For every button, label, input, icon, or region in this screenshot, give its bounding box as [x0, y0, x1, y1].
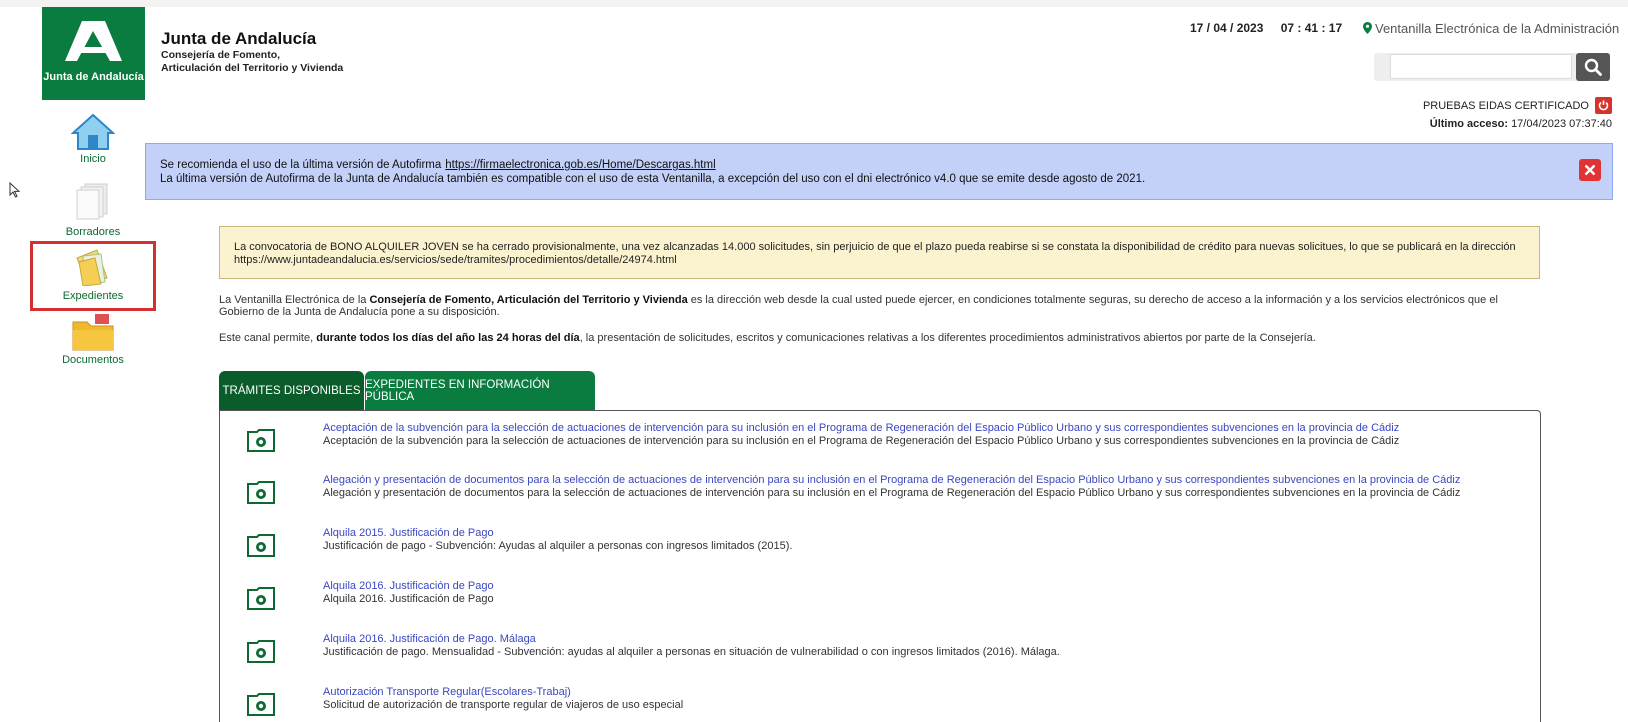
banner-text-1: Se recomienda el uso de la última versió…: [160, 159, 442, 171]
org-subtitle-2: Articulación del Territorio y Vivienda: [161, 62, 344, 74]
list-item[interactable]: Alquila 2016. Justificación de Pago. Mál…: [220, 633, 1540, 673]
drafts-icon: [76, 183, 108, 220]
home-icon: [71, 113, 115, 150]
list-item[interactable]: Alquila 2016. Justificación de Pago Alqu…: [220, 580, 1540, 620]
nav-documentos-label: Documentos: [62, 354, 124, 366]
procedure-title[interactable]: Alquila 2016. Justificación de Pago. Mál…: [323, 633, 536, 645]
nav-documentos[interactable]: Documentos: [38, 314, 148, 366]
mouse-cursor-icon: [9, 182, 21, 198]
procedure-description: Solicitud de autorización de transporte …: [323, 699, 684, 711]
portal-link[interactable]: Ventanilla Electrónica de la Administrac…: [1363, 21, 1619, 36]
intro-2c: , la presentación de solicitudes, escrit…: [579, 332, 1316, 344]
portal-name: Ventanilla Electrónica de la Administrac…: [1375, 21, 1620, 36]
top-strip: [0, 0, 1628, 7]
user-certificate: PRUEBAS EIDAS CERTIFICADO: [1423, 97, 1612, 114]
org-title: Junta de Andalucía: [161, 29, 317, 48]
list-item[interactable]: Alquila 2015. Justificación de Pago Just…: [220, 527, 1540, 567]
procedure-folder-icon: [247, 693, 275, 716]
procedure-title[interactable]: Alquila 2015. Justificación de Pago: [323, 527, 494, 539]
last-access: Último acceso: 17/04/2023 07:37:40: [1430, 118, 1612, 130]
notice-line-1: La convocatoria de BONO ALQUILER JOVEN s…: [234, 241, 1516, 253]
banner-close-button[interactable]: [1579, 159, 1601, 181]
last-access-value: 17/04/2023 07:37:40: [1511, 118, 1612, 130]
intro-paragraph-2: Este canal permite, durante todos los dí…: [219, 332, 1316, 344]
last-access-label: Último acceso:: [1429, 118, 1508, 130]
nav-expedientes-label: Expedientes: [62, 290, 124, 302]
close-icon: [1584, 164, 1596, 176]
intro-paragraph-1: La Ventanilla Electrónica de la Consejer…: [219, 294, 1541, 318]
org-subtitle-1: Consejería de Fomento,: [161, 49, 281, 61]
procedure-title[interactable]: Aceptación de la subvención para la sele…: [323, 422, 1399, 434]
date: 17 / 04 / 2023: [1190, 21, 1264, 35]
procedure-description: Justificación de pago. Mensualidad - Sub…: [323, 646, 1060, 658]
list-item[interactable]: Autorización Transporte Regular(Escolare…: [220, 686, 1540, 722]
procedure-description: Alquila 2016. Justificación de Pago: [323, 593, 494, 605]
banner-line-1: Se recomienda el uso de la última versió…: [160, 159, 716, 171]
nav-borradores[interactable]: Borradores: [38, 182, 148, 238]
search-input[interactable]: [1390, 54, 1572, 79]
intro-1a: La Ventanilla Electrónica de la: [219, 294, 370, 306]
org-block: Junta de Andalucía Consejería de Fomento…: [161, 29, 343, 75]
folder-documents-icon: [76, 249, 108, 286]
search-bar: [1374, 53, 1610, 81]
nav-borradores-label: Borradores: [65, 226, 121, 238]
nav-inicio[interactable]: Inicio: [38, 113, 148, 165]
procedures-list: Aceptación de la subvención para la sele…: [219, 410, 1541, 722]
procedure-folder-icon: [247, 481, 275, 504]
datetime: 17 / 04 / 2023 07 : 41 : 17: [1190, 21, 1356, 35]
bono-alquiler-notice: La convocatoria de BONO ALQUILER JOVEN s…: [219, 226, 1540, 279]
procedure-description: Aceptación de la subvención para la sele…: [323, 435, 1400, 447]
intro-1b: Consejería de Fomento, Articulación del …: [369, 294, 688, 306]
documents-folder-icon: [72, 314, 114, 351]
notice-line-2: https://www.juntadeandalucia.es/servicio…: [234, 254, 677, 266]
tab-expedientes-informacion-publica[interactable]: EXPEDIENTES EN INFORMACIÓN PÚBLICA: [365, 371, 595, 410]
list-item[interactable]: Alegación y presentación de documentos p…: [220, 474, 1540, 514]
procedure-description: Alegación y presentación de documentos p…: [323, 487, 1461, 499]
logo-a-icon: [65, 21, 122, 61]
banner-line-2: La última versión de Autofirma de la Jun…: [160, 173, 1146, 185]
search-button[interactable]: [1576, 53, 1610, 81]
intro-2a: Este canal permite,: [219, 332, 317, 344]
procedure-title[interactable]: Alegación y presentación de documentos p…: [323, 474, 1460, 486]
nav-expedientes[interactable]: Expedientes: [30, 241, 156, 311]
procedure-title[interactable]: Autorización Transporte Regular(Escolare…: [323, 686, 571, 698]
logo[interactable]: Junta de Andalucía: [42, 7, 145, 100]
procedure-folder-icon: [247, 534, 275, 557]
logo-text: Junta de Andalucía: [43, 71, 144, 83]
cert-user-name: PRUEBAS EIDAS CERTIFICADO: [1422, 99, 1589, 112]
power-icon: [1598, 100, 1609, 111]
intro-2b: durante todos los días del año las 24 ho…: [316, 332, 580, 344]
procedure-description: Justificación de pago - Subvención: Ayud…: [323, 540, 793, 552]
autofirma-download-link[interactable]: https://firmaelectronica.gob.es/Home/Des…: [445, 159, 715, 171]
list-item[interactable]: Aceptación de la subvención para la sele…: [220, 422, 1540, 462]
time: 07 : 41 : 17: [1280, 21, 1343, 35]
location-pin-icon: [1363, 22, 1372, 34]
tab-tramites-disponibles[interactable]: TRÁMITES DISPONIBLES: [219, 371, 364, 410]
procedure-folder-icon: [247, 429, 275, 452]
search-icon: [1584, 58, 1602, 76]
logout-button[interactable]: [1595, 97, 1612, 114]
procedure-folder-icon: [247, 587, 275, 610]
procedure-folder-icon: [247, 640, 275, 663]
procedure-title[interactable]: Alquila 2016. Justificación de Pago: [323, 580, 494, 592]
nav-inicio-label: Inicio: [80, 153, 106, 165]
autofirma-banner: Se recomienda el uso de la última versió…: [145, 143, 1613, 200]
